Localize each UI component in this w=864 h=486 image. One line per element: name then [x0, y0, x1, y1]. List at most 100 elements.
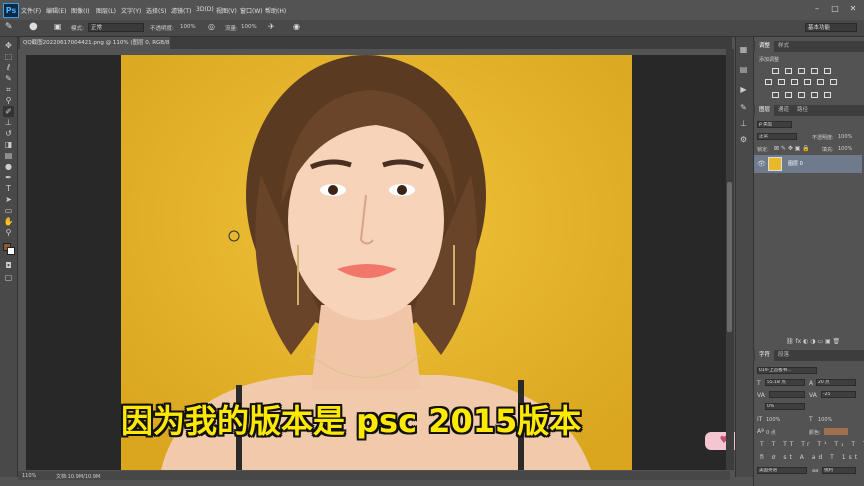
history-brush-tool-icon[interactable]: ↺	[3, 128, 14, 139]
leading-field[interactable]: 20 点	[816, 379, 856, 386]
brush-tool-icon-selected[interactable]: ✐	[3, 106, 14, 117]
layer-kind-filter[interactable]: ρ 类型	[757, 121, 792, 128]
text-style-buttons[interactable]: T T TT Tr T¹ T₁ T T	[760, 441, 864, 448]
invert-icon[interactable]	[772, 92, 779, 98]
opacity-value[interactable]: 100%	[180, 24, 196, 30]
vertical-scale-value[interactable]: 100%	[766, 417, 780, 423]
move-tool-icon[interactable]: ✥	[3, 40, 14, 51]
baseline-value[interactable]: 0 点	[766, 429, 776, 436]
document-info[interactable]: 文档:10.9M/10.9M	[56, 473, 100, 480]
tab-channels[interactable]: 通道	[774, 105, 793, 116]
language-select[interactable]: 美国英语	[757, 467, 807, 474]
path-select-tool-icon[interactable]: ➤	[3, 194, 14, 205]
menu-window[interactable]: 窗口(W)	[240, 6, 263, 15]
actions-panel-icon[interactable]: ▶	[738, 84, 749, 95]
shape-tool-icon[interactable]: ▭	[3, 205, 14, 216]
clone-source-panel-icon[interactable]: ⊥	[738, 118, 749, 129]
opentype-buttons[interactable]: ﬁ σ st A ad T 1st ½	[760, 454, 864, 461]
tab-character[interactable]: 字符	[755, 350, 775, 361]
type-tool-icon[interactable]: T	[3, 183, 14, 194]
menu-select[interactable]: 选择(S)	[146, 6, 167, 15]
eyedropper-tool-icon[interactable]: ⚲	[3, 95, 14, 106]
crop-tool-icon[interactable]: ⌗	[3, 84, 14, 95]
tab-styles[interactable]: 样式	[774, 41, 793, 52]
gradient-tool-icon[interactable]: ▤	[3, 150, 14, 161]
menu-filter[interactable]: 滤镜(T)	[171, 6, 191, 15]
vibrance-icon[interactable]	[824, 68, 831, 74]
close-icon[interactable]: ✕	[846, 3, 860, 15]
maximize-icon[interactable]: □	[828, 3, 842, 15]
font-size-field[interactable]: 55.18 点	[765, 379, 805, 386]
lasso-tool-icon[interactable]: ℓ	[3, 62, 14, 73]
menu-view[interactable]: 视图(V)	[216, 6, 237, 15]
tracking-field[interactable]: -25	[821, 391, 856, 398]
menu-layer[interactable]: 图层(L)	[96, 6, 116, 15]
text-color-swatch[interactable]	[824, 428, 848, 435]
brush-panel-icon[interactable]: ▣	[54, 22, 62, 31]
properties-panel-icon[interactable]: ▤	[738, 64, 749, 75]
brush-presets-panel-icon[interactable]: ✎	[738, 102, 749, 113]
color-lookup-icon[interactable]	[830, 79, 837, 85]
clone-stamp-tool-icon[interactable]: ⊥	[3, 117, 14, 128]
color-balance-icon[interactable]	[778, 79, 785, 85]
tab-layers[interactable]: 图层	[755, 105, 775, 116]
hand-tool-icon[interactable]: ✋	[3, 216, 14, 227]
minimize-icon[interactable]: –	[810, 3, 824, 15]
menu-file[interactable]: 文件(F)	[21, 6, 41, 15]
menu-image[interactable]: 图像(I)	[71, 6, 89, 15]
black-white-icon[interactable]	[791, 79, 798, 85]
layer-thumbnail[interactable]	[768, 157, 782, 171]
eraser-tool-icon[interactable]: ◨	[3, 139, 14, 150]
tsume-field[interactable]: 0%	[765, 403, 805, 410]
screen-mode-icon[interactable]: ▢	[3, 272, 14, 283]
fill-value[interactable]: 100%	[838, 146, 852, 152]
quick-mask-icon[interactable]: ◘	[3, 260, 14, 271]
photo-filter-icon[interactable]	[804, 79, 811, 85]
exposure-icon[interactable]	[811, 68, 818, 74]
menu-type[interactable]: 文字(Y)	[121, 6, 141, 15]
threshold-icon[interactable]	[798, 92, 805, 98]
levels-icon[interactable]	[785, 68, 792, 74]
brightness-contrast-icon[interactable]	[772, 68, 779, 74]
menu-3d[interactable]: 3D(D)	[196, 6, 214, 13]
curves-icon[interactable]	[798, 68, 805, 74]
quick-select-tool-icon[interactable]: ✎	[3, 73, 14, 84]
font-family-select[interactable]: 019-上首板书...	[757, 367, 817, 374]
zoom-level[interactable]: 110%	[22, 473, 36, 479]
layer-opacity-value[interactable]: 100%	[838, 134, 852, 140]
zoom-tool-icon[interactable]: ⚲	[3, 227, 14, 238]
history-panel-icon[interactable]: ▦	[738, 44, 749, 55]
background-color-swatch[interactable]	[7, 247, 15, 255]
menu-edit[interactable]: 编辑(E)	[46, 6, 66, 15]
brush-preset-icon[interactable]: ●	[29, 21, 38, 32]
menu-help[interactable]: 帮助(H)	[265, 6, 286, 15]
layer-name[interactable]: 图层 0	[788, 160, 803, 167]
pen-tool-icon[interactable]: ✒	[3, 172, 14, 183]
tab-paths[interactable]: 路径	[793, 105, 812, 116]
tool-presets-panel-icon[interactable]: ⚙	[738, 134, 749, 145]
scrollbar-thumb[interactable]	[727, 182, 732, 332]
flow-value[interactable]: 100%	[241, 24, 257, 30]
kerning-field[interactable]	[769, 391, 805, 398]
pressure-opacity-icon[interactable]: ◎	[208, 22, 215, 31]
airbrush-icon[interactable]: ✈	[268, 22, 275, 31]
gradient-map-icon[interactable]	[811, 92, 818, 98]
mode-select[interactable]: 正常	[88, 23, 144, 32]
workspace-select[interactable]: 基本功能	[805, 23, 857, 32]
marquee-tool-icon[interactable]: ⬚	[3, 51, 14, 62]
visibility-eye-icon[interactable]: 👁	[757, 160, 766, 168]
document-tab[interactable]: QQ截图20220617004421.png @ 110% (图层 0, RGB…	[20, 37, 170, 49]
hue-saturation-icon[interactable]	[765, 79, 772, 85]
tab-paragraph[interactable]: 段落	[774, 350, 793, 361]
posterize-icon[interactable]	[785, 92, 792, 98]
lock-icons[interactable]: ⊠ ✎ ✥ ▣ 🔒	[774, 145, 810, 152]
brush-tool-icon[interactable]: ✎	[5, 22, 13, 32]
pressure-size-icon[interactable]: ◉	[293, 22, 300, 31]
horizontal-scale-value[interactable]: 100%	[818, 417, 832, 423]
channel-mixer-icon[interactable]	[817, 79, 824, 85]
selective-color-icon[interactable]	[824, 92, 831, 98]
anti-alias-select[interactable]: 锐利	[822, 467, 856, 474]
blend-mode-select[interactable]: 正常	[757, 133, 797, 140]
tab-adjustments[interactable]: 调整	[755, 41, 775, 52]
dodge-tool-icon[interactable]: ●	[3, 161, 14, 172]
